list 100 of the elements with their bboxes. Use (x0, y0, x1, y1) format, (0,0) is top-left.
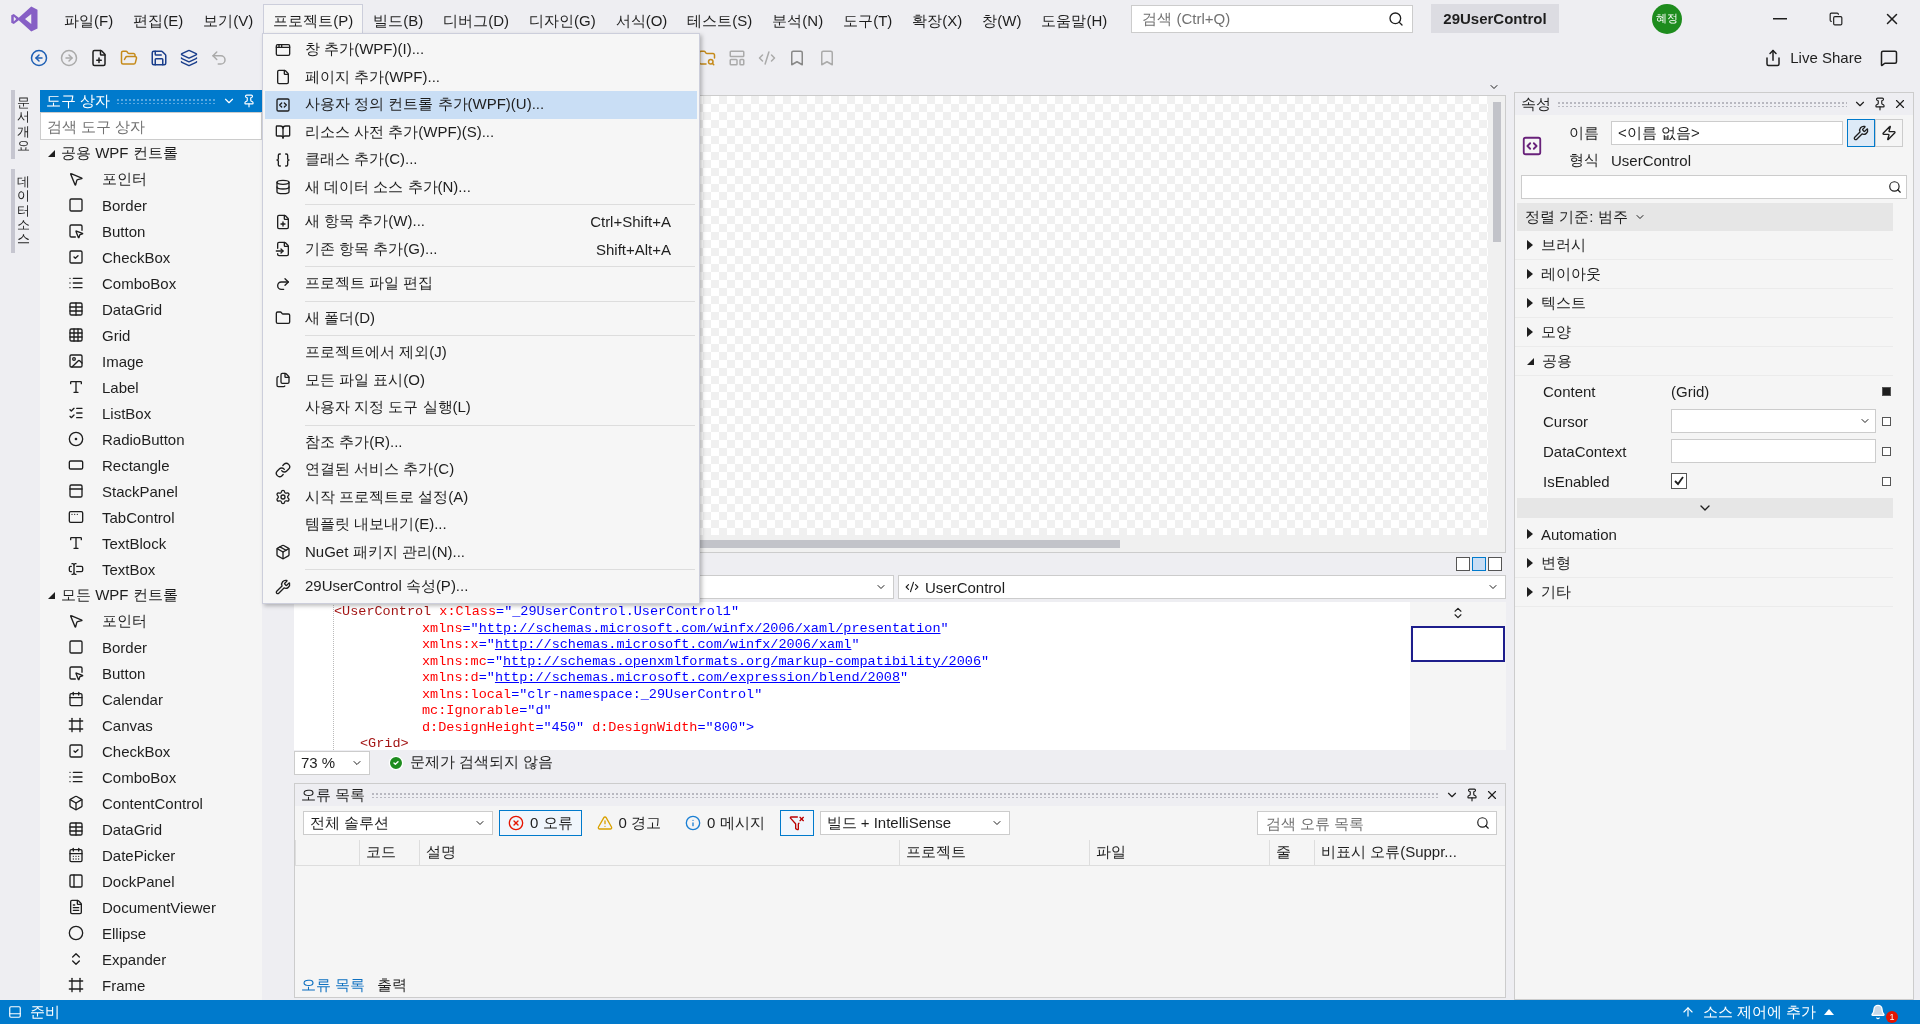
code-minimap[interactable] (1411, 626, 1505, 662)
property-category[interactable]: 공용 (1515, 347, 1893, 376)
menu-item[interactable]: NuGet 패키지 관리(N)... (265, 538, 697, 566)
property-category[interactable]: 레이아웃 (1515, 260, 1893, 289)
toolbox-item[interactable]: Canvas (40, 712, 262, 738)
menu-item[interactable]: 디버그(D) (433, 4, 519, 37)
menu-item[interactable]: 도움말(H) (1031, 4, 1118, 37)
menu-item[interactable]: 확장(X) (902, 4, 973, 37)
combo-box[interactable]: UserControl (898, 575, 1506, 599)
property-category[interactable]: 텍스트 (1515, 289, 1893, 318)
filter-button[interactable]: 0 메시지 (676, 810, 774, 836)
filter-button[interactable]: 0 오류 (499, 810, 582, 836)
toolbox-item[interactable]: Button (40, 660, 262, 686)
toolbox-item[interactable]: Border (40, 634, 262, 660)
toolbox-item[interactable]: CheckBox (40, 738, 262, 764)
pin-icon[interactable] (1873, 97, 1887, 111)
toolbox-item[interactable]: Image (40, 348, 262, 374)
menu-item[interactable]: 파일(F) (54, 4, 124, 37)
column-header[interactable]: 프로젝트 (899, 840, 1089, 865)
split-button[interactable] (1456, 557, 1470, 571)
toolbox-item[interactable]: TextBox (40, 556, 262, 582)
toolbox-item[interactable]: 포인터 (40, 166, 262, 192)
menu-item[interactable]: 창(W) (972, 4, 1032, 37)
toolbox-group[interactable]: 모든 WPF 컨트롤 (40, 582, 262, 608)
toolbox-item[interactable]: ListBox (40, 400, 262, 426)
name-field[interactable]: <이름 없음> (1611, 121, 1843, 145)
search-box[interactable]: 검색 (Ctrl+Q) (1131, 4, 1414, 33)
panel-tab[interactable]: 출력 (371, 974, 414, 997)
toolbox-item[interactable]: Label (40, 374, 262, 400)
menu-item[interactable]: 서식(O) (605, 4, 678, 37)
split-button[interactable] (1488, 557, 1502, 571)
close-icon[interactable] (1485, 788, 1499, 802)
toolbox-item[interactable]: Expander (40, 946, 262, 972)
toolbox-item[interactable]: CheckBox (40, 244, 262, 270)
menu-item[interactable]: 창 추가(WPF)(I)... (265, 36, 697, 64)
menu-item[interactable]: 사용자 지정 도구 실행(L) (265, 394, 697, 422)
menu-item[interactable]: 29UserControl 속성(P)... (265, 573, 697, 601)
search-field[interactable]: 검색 (Ctrl+Q) (1140, 5, 1389, 32)
source-combo[interactable]: 빌드 + IntelliSense (819, 811, 1010, 835)
menu-item[interactable]: 연결된 서비스 추가(C) (265, 456, 697, 484)
toolbox-group[interactable]: 공용 WPF 컨트롤 (40, 140, 262, 166)
value-marker[interactable] (1882, 416, 1891, 426)
value-marker[interactable] (1882, 476, 1891, 486)
column-header[interactable]: 파일 (1089, 840, 1269, 865)
toolbox-item[interactable]: TabControl (40, 504, 262, 530)
column-header[interactable]: 설명 (419, 840, 899, 865)
menu-item[interactable]: 참조 추가(R)... (265, 428, 697, 456)
toolbox-item[interactable]: TextBlock (40, 530, 262, 556)
menu-item[interactable]: 디자인(G) (519, 4, 606, 37)
menu-item[interactable]: 페이지 추가(WPF)... (265, 63, 697, 91)
menu-item[interactable]: 리소스 사전 추가(WPF)(S)... (265, 118, 697, 146)
toolbox-item[interactable]: 포인터 (40, 608, 262, 634)
pin-icon[interactable] (1465, 788, 1479, 802)
toolbox-item[interactable]: DocumentViewer (40, 894, 262, 920)
column-header[interactable]: 비표시 오류(Suppr... (1314, 840, 1479, 865)
menu-item[interactable]: 모든 파일 표시(O) (265, 366, 697, 394)
menu-item[interactable]: 새 데이터 소스 추가(N)... (265, 173, 697, 201)
property-checkbox[interactable] (1671, 473, 1687, 489)
toolbox-item[interactable]: Border (40, 192, 262, 218)
menu-item[interactable]: 기존 항목 추가(G)... Shift+Alt+A (265, 235, 697, 263)
value-marker[interactable] (1882, 386, 1891, 396)
zoom-combo[interactable]: 73 % (294, 750, 370, 775)
menu-item[interactable]: 보기(V) (193, 4, 264, 37)
menu-item[interactable]: 클래스 추가(C)... (265, 146, 697, 174)
split-button[interactable] (1472, 557, 1486, 571)
menu-item[interactable]: 테스트(S) (677, 4, 763, 37)
value-marker[interactable] (1882, 446, 1891, 456)
toolbox-item[interactable]: DataGrid (40, 816, 262, 842)
property-category[interactable]: Automation (1515, 520, 1893, 549)
search-box[interactable]: 검색 오류 목록 (1257, 811, 1497, 835)
toolbox-item[interactable]: DatePicker (40, 842, 262, 868)
toolbox-item[interactable]: Calendar (40, 686, 262, 712)
property-category[interactable]: 브러시 (1515, 231, 1893, 260)
side-tab[interactable]: 데이터 소스 (10, 169, 30, 253)
toolbox-item[interactable]: ComboBox (40, 764, 262, 790)
toolbox-item[interactable]: Frame (40, 972, 262, 998)
filter-button[interactable]: 0 경고 (587, 810, 671, 836)
menu-item[interactable]: 편집(E) (123, 4, 194, 37)
menu-item[interactable]: 프로젝트에서 제외(J) (265, 339, 697, 367)
user-avatar[interactable]: 혜정 (1652, 3, 1682, 34)
property-field[interactable] (1671, 439, 1876, 463)
events-button[interactable] (1875, 119, 1903, 147)
menu-item[interactable]: 템플릿 내보내기(E)... (265, 511, 697, 539)
menu-item[interactable]: 프로젝트 파일 편집 (265, 270, 697, 298)
menu-item[interactable]: 도구(T) (833, 4, 903, 37)
toolbox-item[interactable]: Grid (40, 322, 262, 348)
properties-button[interactable] (1847, 119, 1875, 147)
toolbox-item[interactable]: RadioButton (40, 426, 262, 452)
scrollbar[interactable] (1488, 96, 1505, 535)
menu-item[interactable]: 사용자 정의 컨트롤 추가(WPF)(U)... (265, 91, 697, 119)
menu-item[interactable]: 시작 프로젝트로 설정(A) (265, 483, 697, 511)
notifications-button[interactable] (1868, 1002, 1888, 1022)
search-field[interactable]: 검색 오류 목록 (1264, 812, 1470, 834)
sort-dropdown[interactable]: 정렬 기준: 범주 (1517, 203, 1893, 231)
toolbox-item[interactable]: ComboBox (40, 270, 262, 296)
property-category[interactable]: 기타 (1515, 578, 1893, 607)
scope-combo[interactable]: 전체 솔루션 (303, 811, 493, 835)
toolbox-item[interactable]: Button (40, 218, 262, 244)
toolbox-item[interactable]: ContentControl (40, 790, 262, 816)
column-header[interactable]: 코드 (359, 840, 419, 865)
